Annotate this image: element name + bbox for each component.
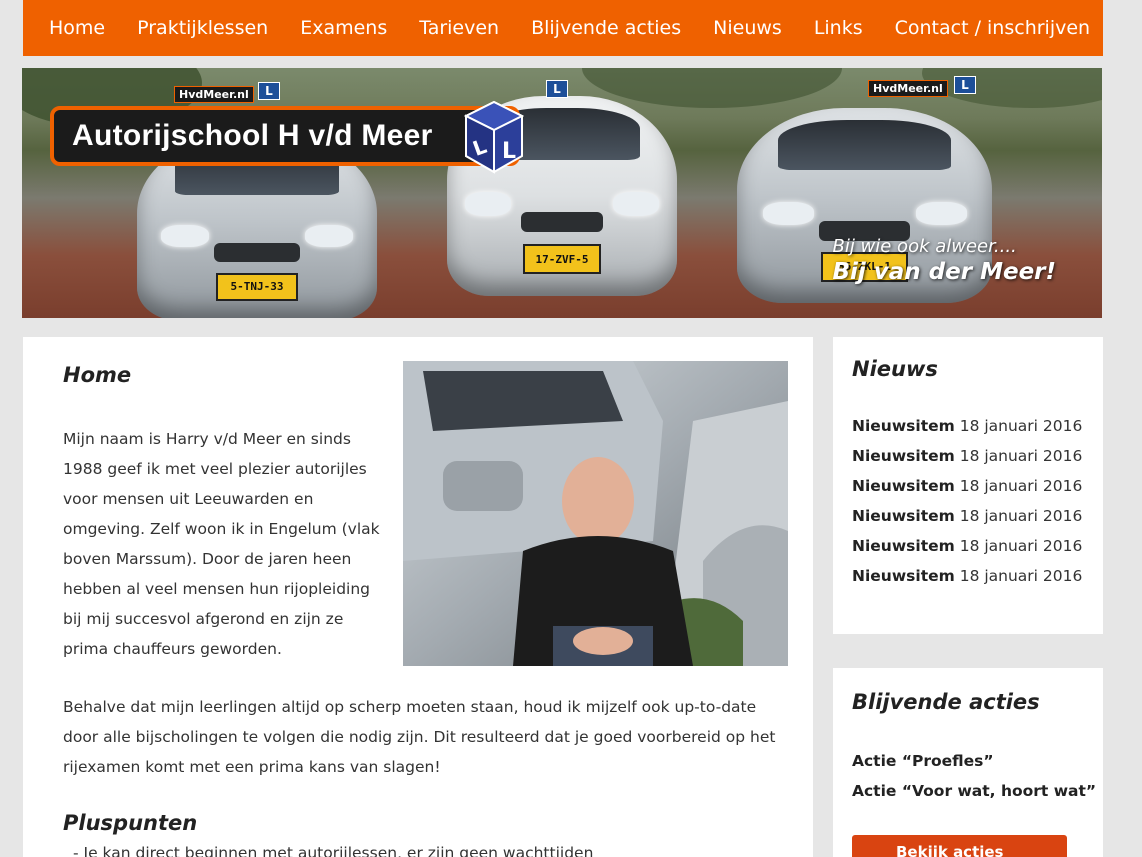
main-navigation: Home Praktijklessen Examens Tarieven Bli…: [23, 0, 1103, 56]
news-item[interactable]: Nieuwsitem 18 januari 2016: [852, 471, 1084, 501]
news-item[interactable]: Nieuwsitem 18 januari 2016: [852, 531, 1084, 561]
svg-text:L: L: [502, 139, 516, 164]
news-item-label[interactable]: Nieuwsitem: [852, 447, 955, 465]
news-item-label[interactable]: Nieuwsitem: [852, 537, 955, 555]
news-item-label[interactable]: Nieuwsitem: [852, 567, 955, 585]
nav-tarieven[interactable]: Tarieven: [403, 0, 515, 56]
car-headlight: [305, 224, 353, 247]
roof-sign: HvdMeer.nl: [868, 80, 948, 97]
nav-links[interactable]: Links: [798, 0, 879, 56]
car-headlight: [915, 201, 967, 225]
slogan-line-2: Bij van der Meer!: [832, 259, 1056, 285]
car-headlight: [762, 201, 814, 225]
car-windshield: [777, 119, 952, 171]
l-sign-icon: L: [546, 80, 568, 98]
cube-logo-icon: L L: [464, 100, 524, 174]
l-sign-icon: L: [258, 82, 280, 100]
background-tree: [922, 68, 1102, 108]
car-headlight: [612, 192, 659, 216]
nav-praktijklessen[interactable]: Praktijklessen: [121, 0, 284, 56]
intro-text: Mijn naam is Harry v/d Meer en sinds 198…: [63, 430, 380, 658]
news-item[interactable]: Nieuwsitem 18 januari 2016: [852, 411, 1084, 441]
car-grill: [520, 212, 604, 232]
nav-home[interactable]: Home: [33, 0, 121, 56]
acties-title: Blijvende acties: [852, 690, 1040, 714]
hero-banner: 5-TNJ-33 17-ZVF-5 36-ZKL-1 L L L HvdMeer…: [22, 68, 1102, 318]
news-item-date: 18 januari 2016: [959, 447, 1083, 465]
acties-list: Actie “Proefles” Actie “Voor wat, hoort …: [852, 746, 1096, 806]
nav-blijvende-acties[interactable]: Blijvende acties: [515, 0, 697, 56]
news-list: Nieuwsitem 18 januari 2016 Nieuwsitem 18…: [852, 411, 1084, 591]
instructor-photo-illustration: [403, 361, 788, 666]
news-item[interactable]: Nieuwsitem 18 januari 2016: [852, 501, 1084, 531]
hero-slogan: Bij wie ook alweer.... Bij van der Meer!: [832, 236, 1056, 285]
nav-contact[interactable]: Contact / inschrijven: [879, 0, 1106, 56]
news-item-label[interactable]: Nieuwsitem: [852, 507, 955, 525]
nav-nieuws[interactable]: Nieuws: [697, 0, 798, 56]
news-item[interactable]: Nieuwsitem 18 januari 2016: [852, 441, 1084, 471]
news-item[interactable]: Nieuwsitem 18 januari 2016: [852, 561, 1084, 591]
news-item-date: 18 januari 2016: [959, 537, 1083, 555]
bekijk-acties-button[interactable]: Bekijk acties: [852, 835, 1067, 857]
main-content: Home Mijn naam is Harry v/d Meer en sind…: [23, 337, 813, 857]
news-item-date: 18 januari 2016: [959, 507, 1083, 525]
body-paragraph: Behalve dat mijn leerlingen altijd op sc…: [63, 698, 776, 776]
news-item-date: 18 januari 2016: [959, 567, 1083, 585]
news-title: Nieuws: [852, 357, 938, 381]
page-title: Home: [63, 363, 132, 387]
roof-sign: HvdMeer.nl: [174, 86, 254, 103]
news-item-date: 18 januari 2016: [959, 417, 1083, 435]
news-widget: Nieuws Nieuwsitem 18 januari 2016 Nieuws…: [833, 337, 1103, 634]
pluspunt-item: - Je kan direct beginnen met autorijless…: [73, 844, 594, 857]
car-headlight: [465, 192, 512, 216]
instructor-photo: [403, 361, 788, 666]
actie-item-proefles[interactable]: Actie “Proefles”: [852, 746, 1084, 776]
acties-widget: Blijvende acties Actie “Proefles” Actie …: [833, 668, 1103, 857]
car-grill: [213, 243, 301, 262]
logo-text: Autorijschool H v/d Meer: [72, 119, 433, 152]
l-sign-icon: L: [954, 76, 976, 94]
actie-item-voor-wat[interactable]: Actie “Voor wat, hoort wat”: [852, 776, 1096, 806]
news-item-date: 18 januari 2016: [959, 477, 1083, 495]
news-item-label[interactable]: Nieuwsitem: [852, 477, 955, 495]
car-headlight: [161, 224, 209, 247]
nav-examens[interactable]: Examens: [284, 0, 403, 56]
background-tree: [582, 68, 842, 108]
news-item-label[interactable]: Nieuwsitem: [852, 417, 955, 435]
license-plate: 5-TNJ-33: [216, 272, 298, 301]
school-logo[interactable]: Autorijschool H v/d Meer L L: [50, 100, 524, 174]
license-plate: 17-ZVF-5: [522, 244, 602, 274]
slogan-line-1: Bij wie ook alweer....: [832, 236, 1017, 257]
pluspunten-heading: Pluspunten: [63, 811, 198, 835]
